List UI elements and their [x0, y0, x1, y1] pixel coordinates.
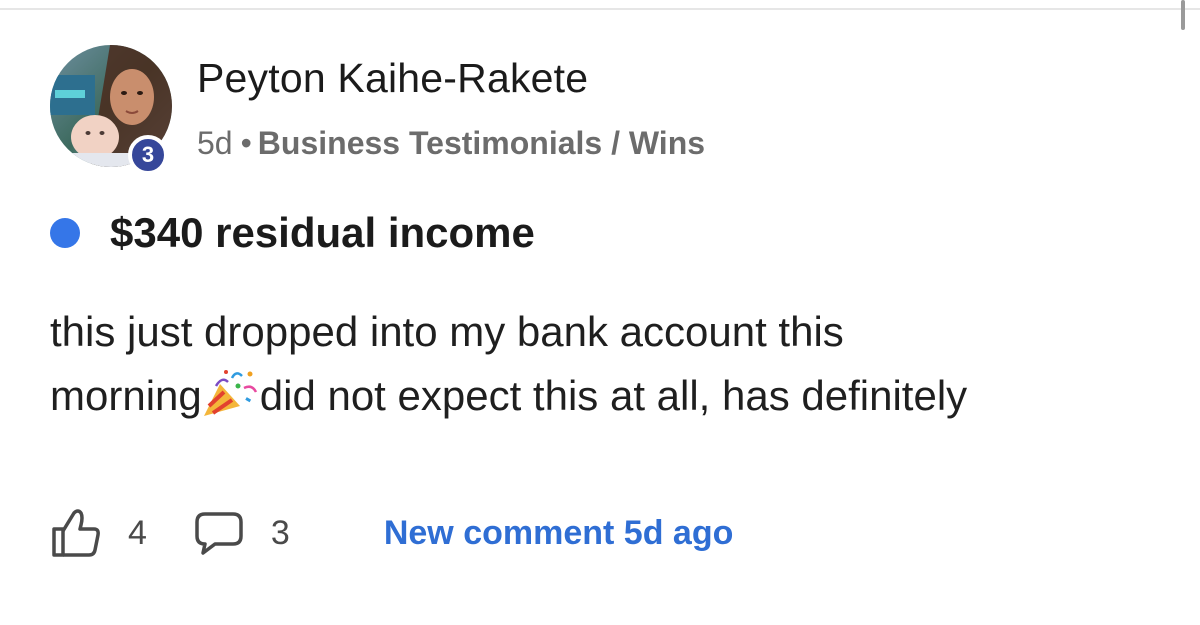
- post-category[interactable]: Business Testimonials / Wins: [258, 125, 705, 161]
- thumbs-up-icon: [52, 509, 100, 557]
- post-body-line: this just dropped into my bank account t…: [50, 308, 844, 355]
- post-card[interactable]: 3 Peyton Kaihe-Rakete 5d • Business Testim…: [0, 0, 1200, 625]
- level-badge: 3: [128, 135, 168, 175]
- post-footer: 4 3 New comment 5d ago: [50, 505, 733, 561]
- new-comment-link[interactable]: New comment 5d ago: [384, 514, 734, 553]
- comment-count: 3: [270, 513, 290, 552]
- party-popper-icon: [202, 366, 260, 418]
- post-body[interactable]: this just dropped into my bank account t…: [50, 300, 1150, 428]
- page: 3 Peyton Kaihe-Rakete 5d • Business Testim…: [0, 0, 1200, 625]
- comment-bubble-icon: [195, 512, 243, 555]
- post-title[interactable]: $340 residual income: [110, 209, 535, 257]
- unread-indicator: [50, 218, 80, 248]
- post-time: 5d: [197, 125, 233, 161]
- post-body-line: morning did not expect this at all, has …: [50, 364, 1150, 428]
- comment-button[interactable]: 3: [193, 510, 290, 556]
- like-button[interactable]: 4: [50, 507, 147, 559]
- meta-separator: •: [240, 125, 252, 161]
- like-count: 4: [128, 513, 147, 552]
- author-name[interactable]: Peyton Kaihe-Rakete: [197, 55, 588, 102]
- author-avatar-group[interactable]: 3: [50, 45, 172, 175]
- post-meta: 5d • Business Testimonials / Wins: [197, 125, 705, 162]
- post-title-row[interactable]: $340 residual income: [50, 208, 535, 258]
- body-text: morning: [50, 372, 202, 419]
- body-text: did not expect this at all, has definite…: [259, 372, 968, 419]
